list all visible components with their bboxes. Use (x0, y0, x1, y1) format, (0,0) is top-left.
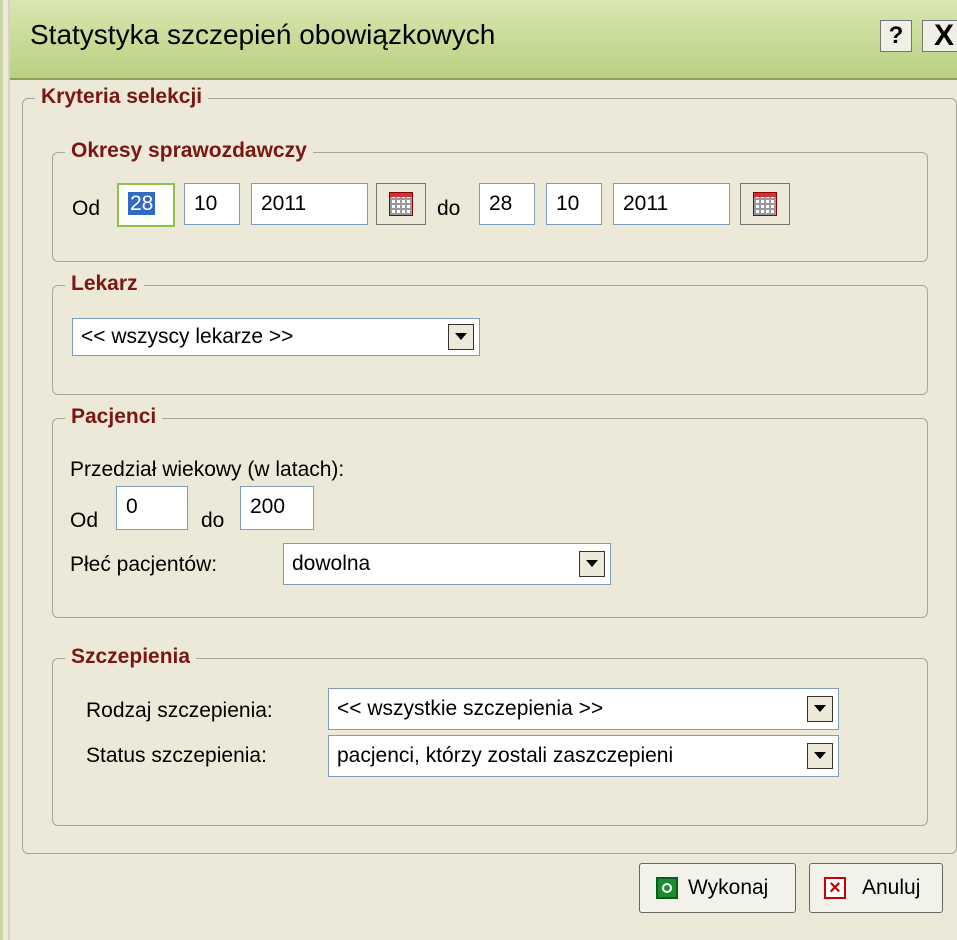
vaccination-status-value: pacjenci, którzy zostali zaszczepieni (337, 744, 674, 767)
window-title: Statystyka szczepień obowiązkowych (30, 19, 496, 50)
window-border-left (0, 0, 3, 940)
sex-select[interactable]: dowolna (283, 543, 611, 585)
from-year-input[interactable]: 2011 (251, 183, 368, 225)
sex-select-value: dowolna (292, 552, 371, 575)
calendar-icon (753, 192, 777, 216)
doctor-legend: Lekarz (65, 272, 144, 296)
cancel-button-label: Anuluj (862, 876, 921, 899)
run-button-label: Wykonaj (688, 876, 769, 899)
period-from-label: Od (72, 197, 101, 220)
to-day-input[interactable]: 28 (479, 183, 535, 225)
age-from-label: Od (70, 509, 99, 532)
from-date-calendar-button[interactable] (376, 183, 426, 225)
age-to-input[interactable]: 200 (240, 486, 314, 530)
from-day-input[interactable]: 28 (117, 183, 175, 227)
from-month-input[interactable]: 10 (184, 183, 240, 225)
doctor-select[interactable]: << wszyscy lekarze >> (72, 318, 480, 356)
help-icon[interactable]: ? (880, 20, 912, 52)
close-icon: × (824, 877, 846, 899)
period-legend: Okresy sprawozdawczy (65, 139, 313, 163)
sex-label: Płeć pacjentów: (70, 553, 218, 576)
vaccinations-legend: Szczepienia (65, 645, 197, 669)
age-range-label: Przedział wiekowy (w latach): (70, 458, 345, 481)
ok-icon (656, 877, 678, 899)
chevron-down-icon[interactable] (807, 696, 833, 722)
age-from-input[interactable]: 0 (116, 486, 188, 530)
chevron-down-icon[interactable] (579, 551, 605, 577)
to-date-calendar-button[interactable] (740, 183, 790, 225)
doctor-select-value: << wszyscy lekarze >> (81, 325, 294, 348)
close-icon[interactable]: X (922, 20, 957, 52)
period-to-label: do (437, 197, 461, 220)
vaccination-type-label: Rodzaj szczepienia: (86, 699, 273, 722)
vaccination-status-select[interactable]: pacjenci, którzy zostali zaszczepieni (328, 735, 839, 777)
calendar-icon (389, 192, 413, 216)
chevron-down-icon[interactable] (807, 743, 833, 769)
criteria-legend: Kryteria selekcji (35, 85, 209, 109)
to-year-input[interactable]: 2011 (613, 183, 730, 225)
cancel-button[interactable]: × Anuluj (809, 863, 943, 913)
window-border-inner (8, 0, 10, 940)
age-to-label: do (201, 509, 225, 532)
to-month-input[interactable]: 10 (546, 183, 602, 225)
from-day-value: 28 (128, 192, 156, 215)
patients-legend: Pacjenci (65, 405, 163, 429)
run-button[interactable]: Wykonaj (639, 863, 796, 913)
vaccination-type-select[interactable]: << wszystkie szczepienia >> (328, 688, 839, 730)
chevron-down-icon[interactable] (448, 324, 474, 350)
vaccination-type-value: << wszystkie szczepienia >> (337, 697, 604, 720)
vaccination-status-label: Status szczepienia: (86, 744, 267, 767)
title-bar[interactable]: Statystyka szczepień obowiązkowych ? X (10, 0, 957, 80)
